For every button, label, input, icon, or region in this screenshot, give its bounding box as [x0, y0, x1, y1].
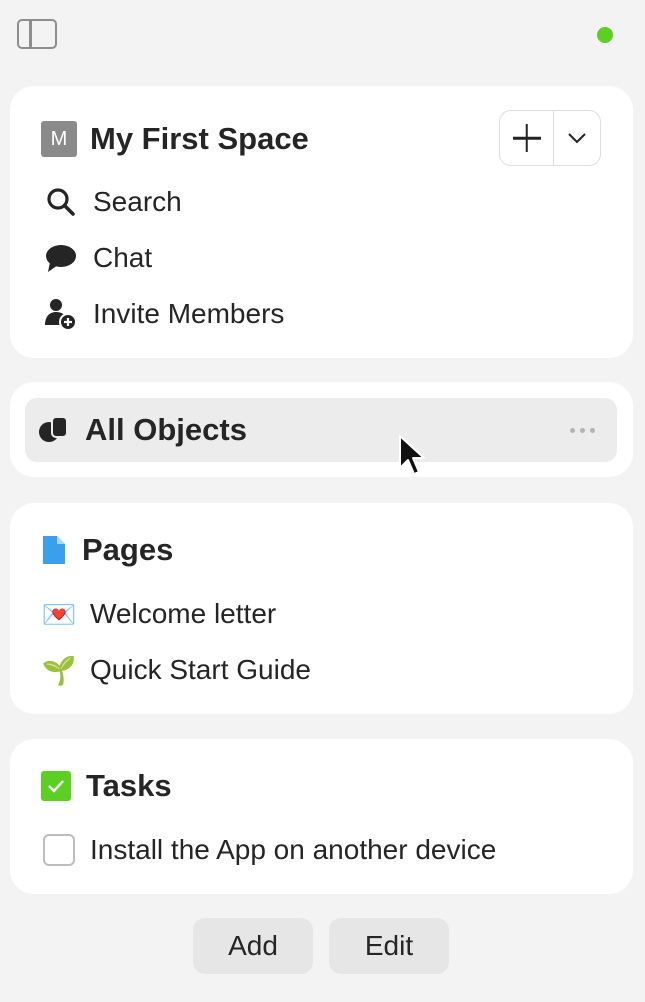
pages-header[interactable]: Pages — [41, 530, 173, 570]
task-checkbox[interactable] — [41, 832, 77, 868]
nav-item-label: Chat — [93, 242, 153, 273]
chevron-down-icon — [568, 133, 586, 144]
nav-item-chat[interactable]: Chat — [43, 238, 152, 278]
create-button-group — [499, 110, 601, 166]
objects-icon — [39, 414, 71, 446]
add-widget-button[interactable]: Add — [193, 918, 313, 974]
task-label: Install the App on another device — [90, 834, 497, 865]
objects-card: All Objects — [10, 382, 633, 477]
nav-item-search[interactable]: Search — [43, 182, 182, 222]
task-item[interactable]: Install the App on another device — [41, 830, 496, 870]
sidebar-toggle-icon[interactable] — [17, 19, 57, 49]
space-header[interactable]: M My First Space — [41, 120, 309, 158]
nav-item-invite-members[interactable]: Invite Members — [43, 294, 284, 334]
page-item-label: Welcome letter — [90, 598, 277, 629]
search-icon — [43, 184, 79, 220]
space-card: M My First Space Search Chat Invite Memb… — [10, 86, 633, 358]
tasks-title: Tasks — [86, 768, 172, 803]
pages-widget: Pages 💌 Welcome letter 🌱 Quick Start Gui… — [10, 503, 633, 714]
love-letter-icon: 💌 — [41, 598, 77, 630]
page-item-quick-start-guide[interactable]: 🌱 Quick Start Guide — [41, 650, 311, 690]
sync-status-dot — [597, 27, 613, 43]
tasks-header[interactable]: Tasks — [41, 766, 172, 806]
mouse-cursor-icon — [399, 435, 425, 475]
space-avatar: M — [41, 121, 77, 157]
page-item-welcome-letter[interactable]: 💌 Welcome letter — [41, 594, 277, 634]
pages-title: Pages — [82, 532, 174, 567]
space-name: My First Space — [90, 121, 309, 156]
top-bar — [0, 0, 645, 70]
seedling-icon: 🌱 — [41, 654, 77, 686]
page-item-label: Quick Start Guide — [90, 654, 311, 685]
nav-item-label: Search — [93, 186, 182, 217]
page-icon — [43, 536, 65, 564]
create-object-button[interactable] — [500, 111, 554, 165]
tasks-widget: Tasks Install the App on another device — [10, 739, 633, 894]
checkbox-checked-icon — [41, 771, 71, 801]
checkbox-empty-icon — [43, 834, 75, 866]
chat-bubble-icon — [43, 240, 79, 276]
all-objects-label: All Objects — [85, 412, 247, 447]
more-options-icon[interactable] — [570, 428, 595, 433]
nav-item-label: Invite Members — [93, 298, 285, 329]
edit-widgets-button[interactable]: Edit — [329, 918, 449, 974]
add-user-icon — [43, 296, 79, 332]
all-objects-item[interactable]: All Objects — [25, 398, 617, 462]
create-options-dropdown[interactable] — [554, 111, 600, 165]
